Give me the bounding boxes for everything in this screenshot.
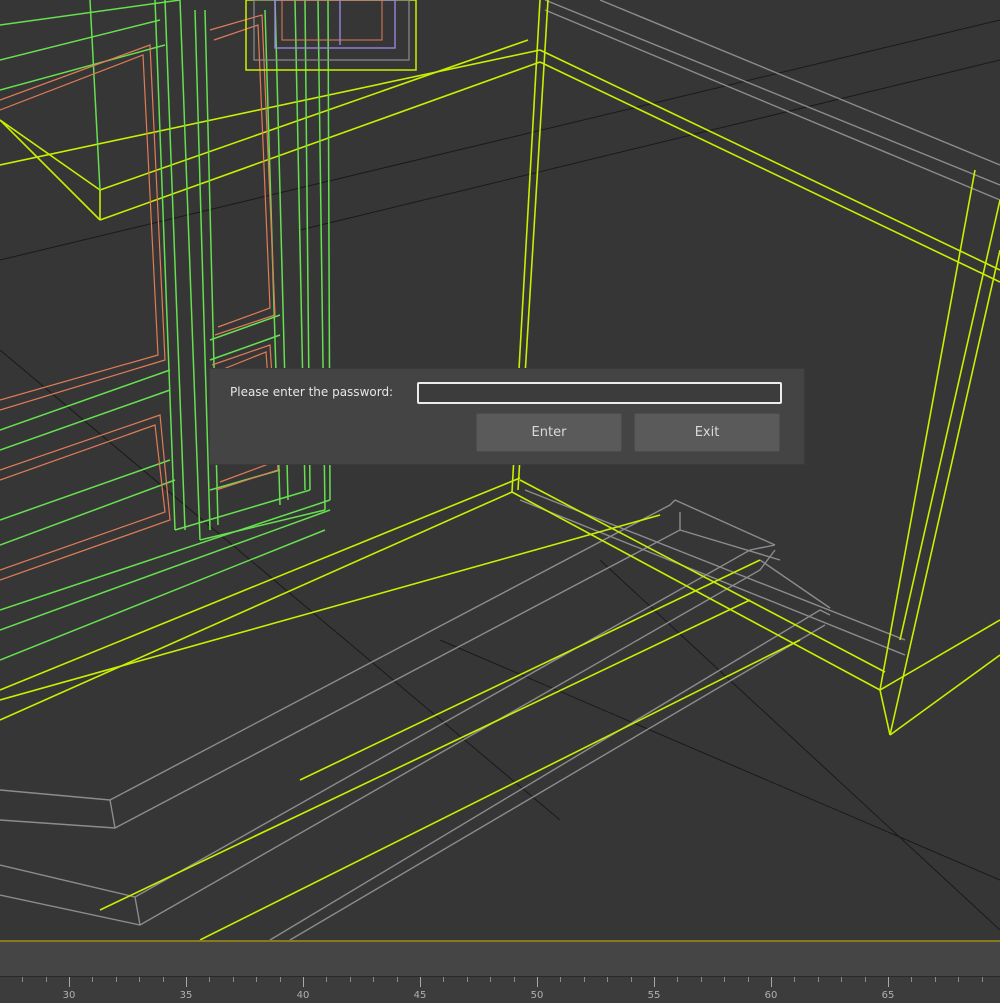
ruler-major-tick: [420, 977, 421, 987]
ruler-minor-tick: [326, 977, 327, 982]
ruler-tick-label: 40: [296, 990, 310, 1001]
ruler-minor-tick: [443, 977, 444, 982]
ruler-tick-label: 60: [764, 990, 778, 1001]
ruler-major-tick: [186, 977, 187, 987]
ruler-tick-label: 65: [881, 990, 895, 1001]
3d-viewport[interactable]: [0, 0, 1000, 940]
wall-wireframe: [0, 0, 1000, 940]
timeline-track[interactable]: [0, 942, 1000, 976]
password-input[interactable]: [417, 382, 782, 404]
baseboard-trim: [0, 0, 1000, 940]
ruler-minor-tick: [560, 977, 561, 982]
window-wireframe: [245, 0, 417, 71]
timeline-ruler[interactable]: 30 35 40 45 50 55 60 65: [0, 976, 1000, 1003]
ruler-major-tick: [654, 977, 655, 987]
ruler-minor-tick: [958, 977, 959, 982]
ruler-major-tick: [771, 977, 772, 987]
ruler-major-tick: [69, 977, 70, 987]
ruler-tick-label: 45: [413, 990, 427, 1001]
ruler-minor-tick: [701, 977, 702, 982]
ruler-minor-tick: [982, 977, 983, 982]
ruler-minor-tick: [935, 977, 936, 982]
ruler-minor-tick: [911, 977, 912, 982]
ruler-tick-label: 30: [62, 990, 76, 1001]
ruler-minor-tick: [724, 977, 725, 982]
ruler-minor-tick: [841, 977, 842, 982]
ruler-minor-tick: [677, 977, 678, 982]
ruler-minor-tick: [233, 977, 234, 982]
timeline-bar[interactable]: 30 35 40 45 50 55 60 65: [0, 940, 1000, 1003]
ruler-major-tick: [303, 977, 304, 987]
ruler-minor-tick: [163, 977, 164, 982]
ruler-minor-tick: [631, 977, 632, 982]
door-frame-wireframe: [0, 0, 331, 661]
password-dialog: Please enter the password: Enter Exit: [210, 369, 804, 464]
password-prompt-label: Please enter the password:: [230, 385, 394, 399]
panel-moulding-wireframe: [0, 14, 279, 581]
ruler-major-tick: [537, 977, 538, 987]
ruler-tick-label: 50: [530, 990, 544, 1001]
ruler-minor-tick: [794, 977, 795, 982]
viewport-grid: [0, 19, 1000, 931]
ruler-minor-tick: [373, 977, 374, 982]
ruler-minor-tick: [46, 977, 47, 982]
ruler-minor-tick: [467, 977, 468, 982]
ruler-minor-tick: [350, 977, 351, 982]
ruler-minor-tick: [584, 977, 585, 982]
ruler-major-tick: [888, 977, 889, 987]
ruler-tick-label: 35: [179, 990, 193, 1001]
wireframe-scene: [0, 0, 1000, 940]
ruler-minor-tick: [116, 977, 117, 982]
exit-button[interactable]: Exit: [634, 413, 780, 452]
ruler-minor-tick: [92, 977, 93, 982]
ruler-minor-tick: [280, 977, 281, 982]
ruler-minor-tick: [818, 977, 819, 982]
ruler-minor-tick: [865, 977, 866, 982]
ruler-minor-tick: [397, 977, 398, 982]
ruler-minor-tick: [748, 977, 749, 982]
ruler-minor-tick: [139, 977, 140, 982]
ruler-minor-tick: [514, 977, 515, 982]
ruler-minor-tick: [22, 977, 23, 982]
ruler-tick-label: 55: [647, 990, 661, 1001]
ruler-minor-tick: [490, 977, 491, 982]
enter-button[interactable]: Enter: [476, 413, 622, 452]
ruler-minor-tick: [256, 977, 257, 982]
ruler-minor-tick: [607, 977, 608, 982]
ruler-minor-tick: [209, 977, 210, 982]
